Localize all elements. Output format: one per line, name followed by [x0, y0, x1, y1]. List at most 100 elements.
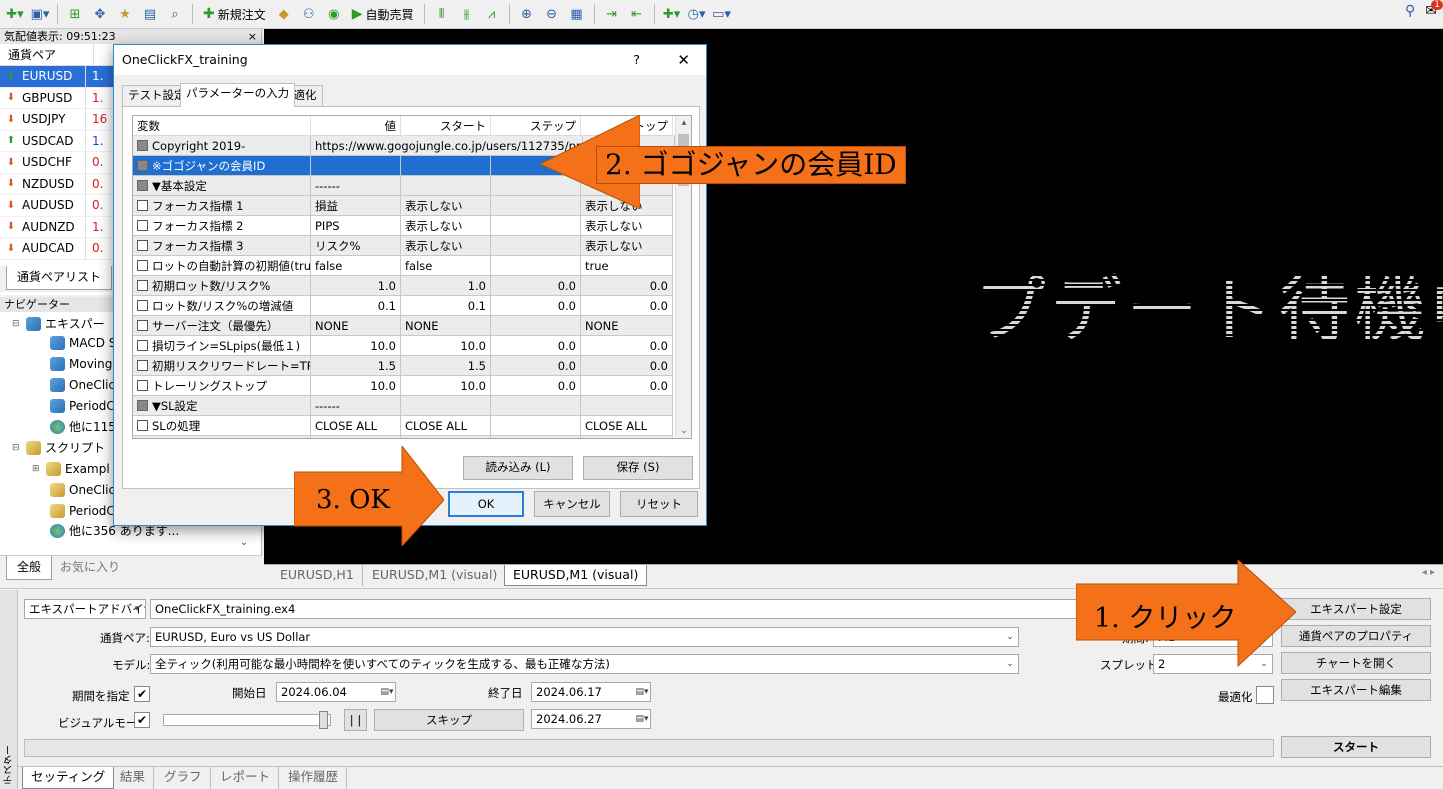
- optimize-checkbox[interactable]: [137, 320, 148, 331]
- market-icon[interactable]: ◉: [323, 3, 345, 25]
- parameter-name-cell[interactable]: トレーリングストップ: [133, 376, 311, 396]
- notification-icon[interactable]: ✉ 1: [1425, 0, 1443, 19]
- optimize-checkbox[interactable]: [137, 360, 148, 371]
- symbol-properties-button[interactable]: 通貨ペアのプロパティ: [1281, 625, 1431, 647]
- parameter-step-cell[interactable]: 0: [491, 436, 581, 438]
- tree-item[interactable]: Moving: [50, 354, 112, 374]
- templates-icon[interactable]: ▭▾: [711, 3, 733, 25]
- save-button[interactable]: 保存 (S): [583, 456, 693, 480]
- tab-graph[interactable]: グラフ: [156, 767, 211, 789]
- signals-icon[interactable]: ⚇: [298, 3, 320, 25]
- tab-journal[interactable]: 操作履歴: [280, 767, 348, 789]
- use-date-checkbox[interactable]: ✔: [134, 686, 150, 702]
- parameter-value-cell[interactable]: 1.0: [311, 276, 401, 296]
- tree-item[interactable]: OneClic: [50, 480, 115, 500]
- parameter-name-cell[interactable]: フォーカス指標 3: [133, 236, 311, 256]
- model-select[interactable]: 全ティック(利用可能な最小時間枠を使いすべてのティックを生成する、最も正確な方法…: [150, 654, 1019, 674]
- optimize-checkbox[interactable]: [137, 260, 148, 271]
- zoom-in-icon[interactable]: ⊕: [516, 3, 538, 25]
- parameter-name-cell[interactable]: ※ゴゴジャンの会員ID: [133, 156, 311, 176]
- parameter-stop-cell[interactable]: 表示しない: [581, 236, 673, 256]
- parameter-start-cell[interactable]: 50: [401, 436, 491, 438]
- scroll-down-icon[interactable]: ⌄: [240, 537, 248, 548]
- tab-report[interactable]: レポート: [212, 767, 280, 789]
- meta-editor-icon[interactable]: ◆: [273, 3, 295, 25]
- slider-handle[interactable]: [319, 711, 328, 729]
- parameter-row[interactable]: ロット数/リスク%の増減値 0.1 0.1 0.0 0.0: [133, 296, 691, 316]
- parameter-value-cell[interactable]: NONE: [311, 316, 401, 336]
- market-watch-icon[interactable]: ⊞: [64, 3, 86, 25]
- parameter-name-cell[interactable]: 初期ロット数/リスク%: [133, 276, 311, 296]
- col-value[interactable]: 値: [311, 116, 401, 136]
- auto-trade-button[interactable]: ▶ 自動売買: [348, 3, 418, 25]
- parameter-row[interactable]: SLの処理 CLOSE ALL CLOSE ALL CLOSE ALL: [133, 416, 691, 436]
- parameter-step-cell[interactable]: 0.0: [491, 296, 581, 316]
- parameter-start-cell[interactable]: 表示しない: [401, 236, 491, 256]
- tab-inputs[interactable]: パラメーターの入力: [180, 83, 296, 107]
- collapse-icon[interactable]: ⊟: [12, 438, 22, 458]
- expert-edit-button[interactable]: エキスパート編集: [1281, 679, 1431, 701]
- scroll-up-icon[interactable]: ▴: [676, 118, 691, 128]
- scroll-down-icon[interactable]: ⌄: [676, 426, 691, 436]
- optimize-checkbox[interactable]: [137, 400, 148, 411]
- optimize-checkbox[interactable]: [137, 300, 148, 311]
- parameter-name-cell[interactable]: ▼基本設定: [133, 176, 311, 196]
- indicators-icon[interactable]: ✚▾: [661, 3, 683, 25]
- parameter-name-cell[interactable]: Copyright 2019-: [133, 136, 311, 156]
- tab-favorites[interactable]: お気に入り: [50, 556, 130, 580]
- parameter-stop-cell[interactable]: 表示しない: [581, 216, 673, 236]
- parameter-row[interactable]: ロットの自動計算の初期値(tru... false false true: [133, 256, 691, 276]
- candlestick-icon[interactable]: ⫵: [456, 3, 478, 25]
- parameter-value-cell[interactable]: [311, 156, 401, 176]
- parameter-start-cell[interactable]: false: [401, 256, 491, 276]
- parameter-value-cell[interactable]: 50: [311, 436, 401, 438]
- parameter-name-cell[interactable]: SLの処理: [133, 416, 311, 436]
- parameter-row[interactable]: ▼SL設定 ------: [133, 396, 691, 416]
- skip-button[interactable]: スキップ: [374, 709, 524, 731]
- chart-shift-icon[interactable]: ⇤: [626, 3, 648, 25]
- parameter-stop-cell[interactable]: 0.0: [581, 276, 673, 296]
- start-date-picker[interactable]: 2024.06.04 ▤▾: [276, 682, 396, 702]
- parameter-step-cell[interactable]: [491, 316, 581, 336]
- tree-item[interactable]: PeriodC: [50, 501, 115, 521]
- parameter-name-cell[interactable]: サーバー注文（最優先）: [133, 316, 311, 336]
- tree-item[interactable]: MACD S: [50, 333, 116, 353]
- parameter-name-cell[interactable]: SL部分決済レート（保有ロッ...: [133, 436, 311, 438]
- parameter-value-cell[interactable]: PIPS: [311, 216, 401, 236]
- parameter-value-cell[interactable]: ------: [311, 176, 401, 196]
- expert-settings-button[interactable]: エキスパート設定: [1281, 598, 1431, 620]
- optimize-checkbox[interactable]: [137, 140, 148, 151]
- parameter-step-cell[interactable]: 0.0: [491, 376, 581, 396]
- col-variable[interactable]: 変数: [133, 116, 311, 136]
- optimize-checkbox[interactable]: [137, 280, 148, 291]
- parameter-start-cell[interactable]: 0.1: [401, 296, 491, 316]
- parameter-value-cell[interactable]: 10.0: [311, 336, 401, 356]
- expand-icon[interactable]: ⊞: [32, 459, 42, 479]
- tile-windows-icon[interactable]: ▦: [566, 3, 588, 25]
- parameter-start-cell[interactable]: 10.0: [401, 336, 491, 356]
- open-chart-button[interactable]: チャートを開く: [1281, 652, 1431, 674]
- optimize-checkbox[interactable]: [137, 380, 148, 391]
- new-chart-icon[interactable]: ✚▾: [4, 3, 26, 25]
- navigator-icon[interactable]: ★: [114, 3, 136, 25]
- optimize-checkbox[interactable]: [137, 180, 148, 191]
- ok-button[interactable]: OK: [448, 491, 524, 517]
- tree-experts[interactable]: ⊟ エキスパー: [12, 314, 105, 334]
- end-date-picker[interactable]: 2024.06.17 ▤▾: [531, 682, 651, 702]
- parameter-start-cell[interactable]: 表示しない: [401, 196, 491, 216]
- line-chart-icon[interactable]: ⩘: [481, 3, 503, 25]
- optimize-checkbox[interactable]: [137, 340, 148, 351]
- parameter-name-cell[interactable]: ロットの自動計算の初期値(tru...: [133, 256, 311, 276]
- reset-button[interactable]: リセット: [620, 491, 698, 517]
- parameter-step-cell[interactable]: 0.0: [491, 336, 581, 356]
- parameter-step-cell[interactable]: [491, 256, 581, 276]
- parameter-value-cell[interactable]: 1.5: [311, 356, 401, 376]
- speed-slider[interactable]: [163, 711, 331, 729]
- close-icon[interactable]: ✕: [677, 45, 690, 75]
- periods-icon[interactable]: ◷▾: [686, 3, 708, 25]
- parameter-stop-cell[interactable]: [581, 396, 673, 416]
- parameter-start-cell[interactable]: 表示しない: [401, 216, 491, 236]
- parameter-stop-cell[interactable]: NONE: [581, 316, 673, 336]
- bar-chart-icon[interactable]: ⫴: [431, 3, 453, 25]
- parameter-step-cell[interactable]: 0.0: [491, 276, 581, 296]
